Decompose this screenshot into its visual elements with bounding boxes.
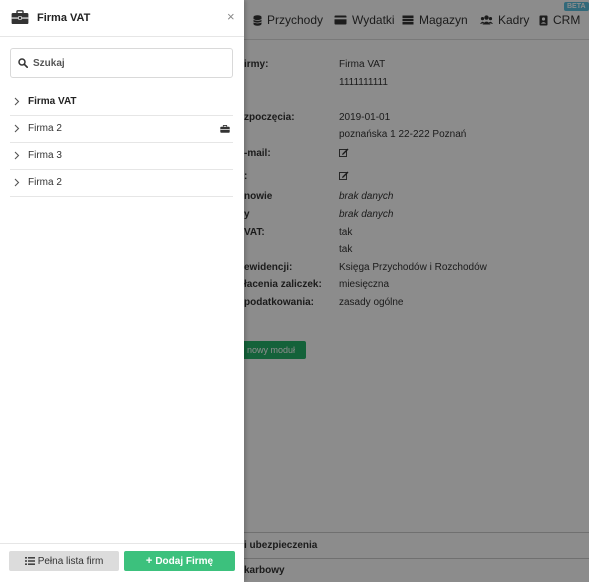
drawer-header: Firma VAT × — [0, 0, 244, 37]
chevron-right-icon — [14, 151, 20, 160]
search-box[interactable] — [10, 48, 233, 78]
button-label: Pełna lista firm — [37, 555, 104, 567]
company-name: Firma 2 — [28, 123, 62, 134]
add-company-button[interactable]: + Dodaj Firmę — [124, 551, 235, 571]
chevron-right-icon — [14, 178, 20, 187]
company-item[interactable]: Firma 2 — [10, 170, 233, 197]
company-item[interactable]: Firma 3 — [10, 143, 233, 170]
company-item[interactable]: Firma VAT — [10, 89, 233, 116]
drawer-footer: Pełna lista firm + Dodaj Firmę — [0, 543, 244, 582]
list-icon — [24, 557, 35, 565]
company-name: Firma 2 — [28, 177, 62, 188]
briefcase-icon — [220, 125, 230, 133]
company-list: Firma VAT Firma 2 Firma 3 Firma 2 — [10, 89, 233, 197]
company-name: Firma 3 — [28, 150, 62, 161]
search-input[interactable] — [33, 55, 228, 72]
company-name: Firma VAT — [28, 96, 77, 107]
drawer-title: Firma VAT — [37, 12, 91, 24]
company-drawer: Firma VAT × Firma VAT Firma 2 Firma 3 — [0, 0, 244, 582]
chevron-right-icon — [14, 97, 20, 106]
search-icon — [18, 58, 28, 68]
plus-icon: + — [145, 555, 153, 567]
chevron-right-icon — [14, 124, 20, 133]
close-icon[interactable]: × — [227, 10, 235, 24]
briefcase-icon — [11, 10, 29, 24]
button-label: Dodaj Firmę — [155, 555, 214, 567]
full-company-list-button[interactable]: Pełna lista firm — [9, 551, 119, 571]
company-item[interactable]: Firma 2 — [10, 116, 233, 143]
